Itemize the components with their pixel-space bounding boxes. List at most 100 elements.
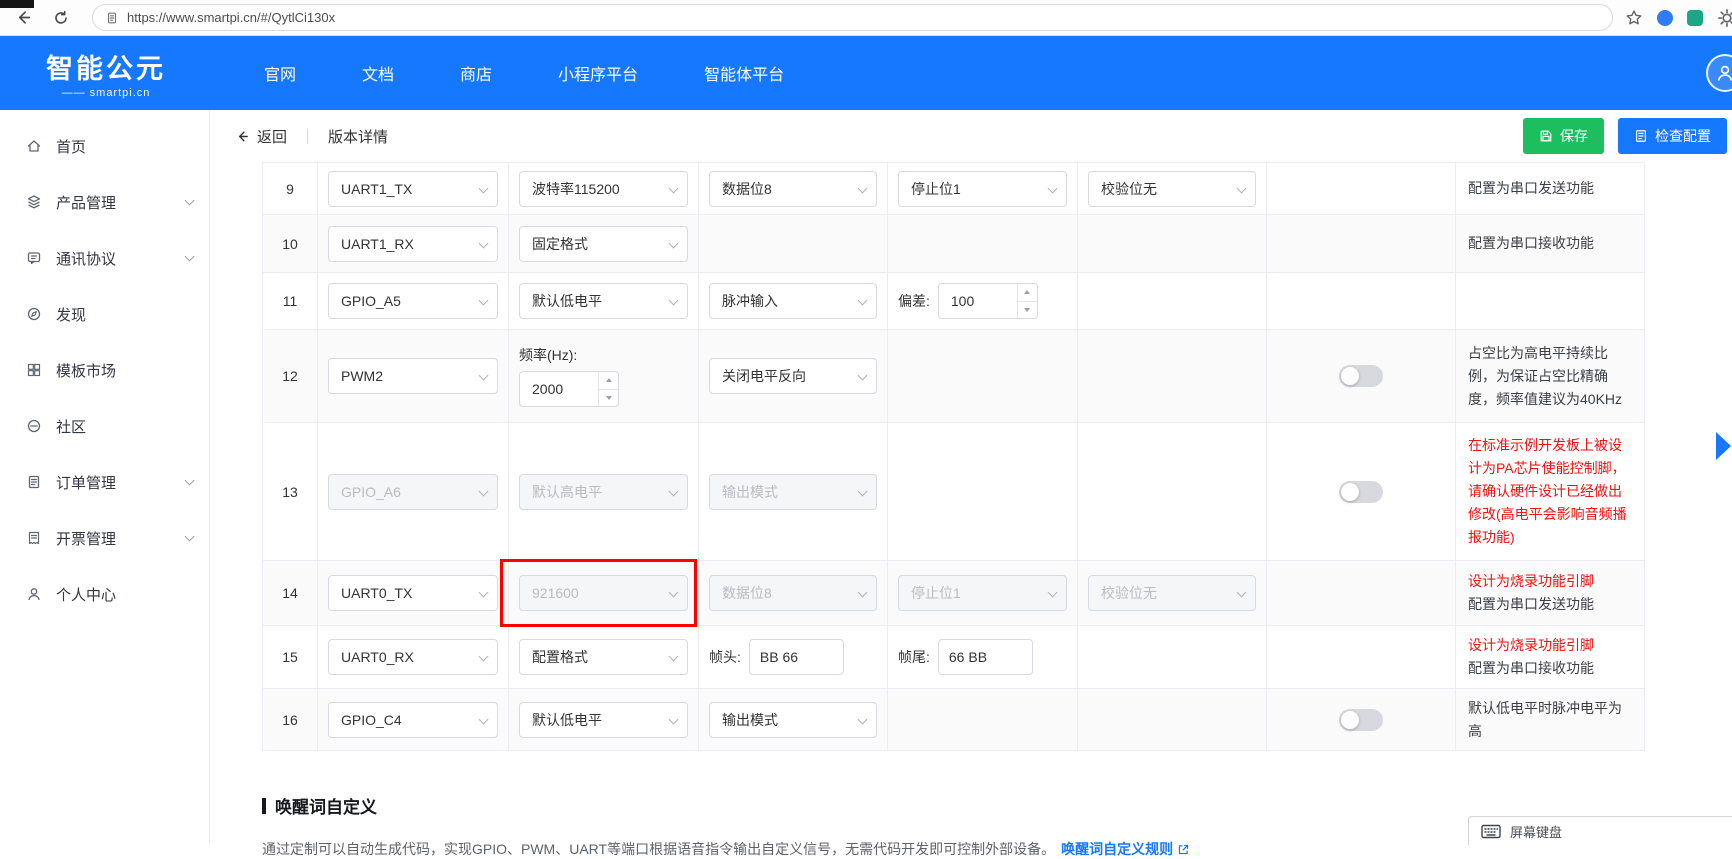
sidebar-item-discover[interactable]: 发现 <box>0 286 209 342</box>
chevron-down-icon <box>668 238 679 248</box>
select-value: GPIO_A6 <box>341 483 401 500</box>
browser-refresh-button[interactable] <box>46 3 76 33</box>
number-stepper <box>598 372 618 406</box>
settings-gear-icon[interactable] <box>1717 8 1732 28</box>
address-bar[interactable]: https://www.smartpi.cn/#/QytlCi130x <box>92 4 1613 31</box>
grid-icon <box>27 363 41 377</box>
desc-cell: 默认低电平时脉冲电平为高 <box>1456 689 1646 751</box>
frequency-number-input[interactable] <box>519 371 619 407</box>
empty-cell <box>1078 423 1267 560</box>
bookmark-star-icon[interactable] <box>1625 9 1643 27</box>
select-value: 输出模式 <box>722 712 778 728</box>
check-config-button[interactable]: 检查配置 <box>1618 118 1727 154</box>
pin-select[interactable]: GPIO_C4 <box>328 702 498 738</box>
pin-select[interactable]: UART0_RX <box>328 639 498 675</box>
back-link[interactable]: 返回 <box>235 126 287 147</box>
decrement-button[interactable] <box>599 388 618 407</box>
output-mode-select: 输出模式 <box>709 473 877 510</box>
empty-cell <box>1267 561 1456 625</box>
select-value: UART1_RX <box>341 235 414 252</box>
sidebar-item-community[interactable]: 社区 <box>0 398 209 454</box>
select-value: 默认低电平 <box>532 293 602 309</box>
pin-select[interactable]: UART1_RX <box>328 225 498 262</box>
nav-item-docs[interactable]: 文档 <box>362 61 394 85</box>
stopbits-cell: 停止位1 <box>888 561 1078 625</box>
chevron-down-icon <box>478 587 489 598</box>
sidebar-item-home[interactable]: 首页 <box>0 118 209 174</box>
app-header: 智能公元 —— smartpi.cn 官网 文档 商店 小程序平台 智能体平台 <box>0 36 1732 110</box>
sidebar-item-template-market[interactable]: 模板市场 <box>0 342 209 398</box>
sidebar-item-products[interactable]: 产品管理 <box>0 174 209 230</box>
nav-item-miniprogram[interactable]: 小程序平台 <box>558 61 638 85</box>
sidebar-item-label: 通讯协议 <box>56 250 117 268</box>
site-logo[interactable]: 智能公元 —— smartpi.cn <box>0 47 212 99</box>
save-button[interactable]: 保存 <box>1523 118 1604 154</box>
nav-item-agent-platform[interactable]: 智能体平台 <box>704 61 784 85</box>
stopbits-select[interactable]: 停止位1 <box>898 170 1067 207</box>
pin-select[interactable]: PWM2 <box>328 358 498 394</box>
pin-select[interactable]: UART0_TX <box>328 575 498 611</box>
sidebar-item-protocol[interactable]: 通讯协议 <box>0 230 209 286</box>
frequency-value-input[interactable] <box>520 372 598 406</box>
offset-number-input[interactable] <box>937 283 1038 319</box>
toggle-cell <box>1267 423 1456 560</box>
pin-cell: UART1_TX <box>318 163 509 214</box>
desc-cell: 配置为串口发送功能 <box>1456 163 1646 214</box>
pin-select[interactable]: GPIO_A5 <box>328 283 498 319</box>
panel-expand-arrow[interactable] <box>1716 432 1731 460</box>
row-warning: 在标准示例开发板上被设计为PA芯片使能控制脚，请确认硬件设计已经做出修改(高电平… <box>1468 437 1627 545</box>
select-value: 关闭电平反向 <box>722 368 806 384</box>
level-invert-select[interactable]: 关闭电平反向 <box>709 358 877 394</box>
format-select[interactable]: 配置格式 <box>519 639 688 675</box>
wake-rules-link[interactable]: 唤醒词自定义规则 <box>1061 839 1190 859</box>
frame-head-input[interactable] <box>748 639 844 675</box>
select-value: 配置格式 <box>532 649 588 665</box>
extension-icon-blue[interactable] <box>1657 9 1673 26</box>
toggle-switch[interactable] <box>1339 480 1383 503</box>
parity-select[interactable]: 校验位无 <box>1088 170 1256 207</box>
pulse-mode-select[interactable]: 脉冲输入 <box>709 283 877 319</box>
select-value: 921600 <box>532 585 579 601</box>
select-value: 波特率115200 <box>532 180 620 197</box>
toggle-switch[interactable] <box>1339 365 1383 387</box>
screen-keyboard-widget[interactable]: 屏幕键盘 <box>1468 816 1732 845</box>
frame-tail-input[interactable] <box>937 639 1033 675</box>
url-text: https://www.smartpi.cn/#/QytlCi130x <box>127 10 336 25</box>
default-level-select[interactable]: 默认低电平 <box>519 702 688 738</box>
chevron-down-icon <box>668 295 679 306</box>
pin-select[interactable]: UART1_TX <box>328 170 498 207</box>
decrement-button[interactable] <box>1017 300 1037 319</box>
sidebar-item-invoices[interactable]: 开票管理 <box>0 510 209 566</box>
nav-item-store[interactable]: 商店 <box>460 61 492 85</box>
row-number: 15 <box>263 626 318 688</box>
select-value: UART1_TX <box>341 180 413 197</box>
default-level-select[interactable]: 默认低电平 <box>519 283 688 319</box>
extension-icon-green[interactable] <box>1687 9 1703 26</box>
user-avatar[interactable] <box>1706 54 1732 92</box>
sidebar-item-label: 开票管理 <box>56 530 117 548</box>
description-text: 通过定制可以自动生成代码，实现GPIO、PWM、UART等端口根据语音指令输出自… <box>262 841 1056 857</box>
offset-value-input[interactable] <box>938 284 1017 318</box>
table-row: 12 PWM2 频率(Hz): 关闭电平反向 <box>263 330 1644 423</box>
pin-config-table: 9 UART1_TX 波特率115200 数据位8 停止位1 校验位无 配置为串… <box>262 162 1645 751</box>
sidebar-item-orders[interactable]: 订单管理 <box>0 454 209 510</box>
increment-button[interactable] <box>599 372 618 389</box>
databits-select[interactable]: 数据位8 <box>709 170 877 207</box>
row-number: 14 <box>263 561 318 625</box>
baud-select[interactable]: 波特率115200 <box>519 170 688 207</box>
browser-actions <box>1625 8 1732 28</box>
sidebar-item-profile[interactable]: 个人中心 <box>0 566 209 622</box>
empty-cell <box>888 330 1078 422</box>
select-value: 校验位无 <box>1101 180 1157 197</box>
sidebar-item-label: 发现 <box>56 306 87 324</box>
frame-head-label: 帧头: <box>709 649 741 665</box>
increment-button[interactable] <box>1018 284 1037 301</box>
select-value: 停止位1 <box>911 180 961 197</box>
chevron-down-icon <box>1047 183 1058 193</box>
nav-item-official[interactable]: 官网 <box>264 61 296 85</box>
format-select[interactable]: 固定格式 <box>519 225 688 262</box>
empty-cell <box>888 689 1078 751</box>
keyboard-icon <box>1481 824 1501 838</box>
output-mode-select[interactable]: 输出模式 <box>709 702 877 738</box>
toggle-switch[interactable] <box>1339 709 1383 731</box>
